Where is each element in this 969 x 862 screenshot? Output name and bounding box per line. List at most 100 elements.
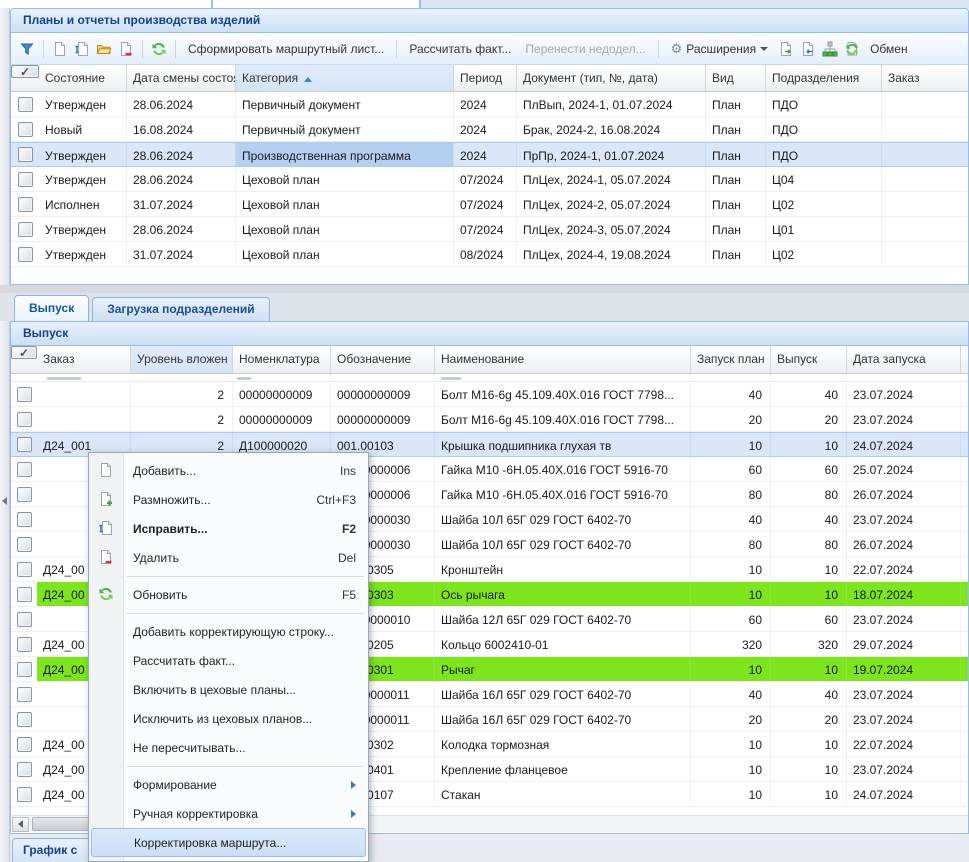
extensions-menu-button[interactable]: ⚙Расширения — [664, 38, 775, 60]
cell-kind: План — [706, 167, 766, 191]
row-checkbox[interactable] — [18, 122, 33, 137]
row-checkbox[interactable] — [17, 687, 32, 702]
exchange-button[interactable]: Обмен — [863, 39, 915, 59]
column-header-document[interactable]: Документ (тип, №, дата) — [517, 65, 706, 91]
row-checkbox-cell — [11, 507, 37, 531]
column-header-level[interactable]: Уровень вложен — [131, 346, 233, 373]
row-checkbox[interactable] — [17, 412, 32, 427]
cell-start-date: 23.07.2024 — [847, 757, 961, 781]
column-header-state[interactable]: Состояние — [39, 65, 127, 91]
menu-item-0[interactable]: Добавить...Ins — [89, 456, 368, 485]
table-row[interactable]: Утвержден28.06.2024Производственная прог… — [11, 142, 968, 167]
menu-item-10[interactable]: Исключить из цеховых планов... — [89, 704, 368, 733]
menu-item-9[interactable]: Включить в цеховые планы... — [89, 675, 368, 704]
row-checkbox[interactable] — [18, 222, 33, 237]
row-checkbox[interactable] — [18, 97, 33, 112]
column-header-category[interactable]: Категория — [236, 65, 454, 91]
calc-fact-button[interactable]: Рассчитать факт... — [402, 39, 518, 59]
doc-export-icon[interactable] — [777, 40, 795, 58]
column-header-order[interactable]: Заказ — [37, 346, 131, 373]
cell-start-date: 26.07.2024 — [847, 532, 961, 556]
row-checkbox[interactable] — [17, 612, 32, 627]
column-header-period[interactable]: Период — [454, 65, 517, 91]
row-checkbox[interactable] — [18, 247, 33, 262]
row-checkbox[interactable] — [17, 587, 32, 602]
table-row[interactable]: Исполнен31.07.2024Цеховой план07/2024ПлЦ… — [11, 192, 968, 217]
menu-item-label: Удалить — [133, 551, 179, 565]
menu-item-8[interactable]: Рассчитать факт... — [89, 646, 368, 675]
column-header-name[interactable]: Наименование — [435, 346, 691, 373]
refresh-icon[interactable] — [150, 40, 168, 58]
column-header-designation[interactable]: Обозначение — [331, 346, 435, 373]
collapsed-side-strip[interactable] — [0, 8, 10, 862]
tab-zagruzka-podrazdeleniy[interactable]: Загрузка подразделений — [92, 297, 269, 321]
menu-item-5[interactable]: ОбновитьF5 — [89, 580, 368, 609]
menu-item-2[interactable]: Исправить...F2 — [89, 514, 368, 543]
row-checkbox[interactable] — [17, 437, 32, 452]
row-checkbox[interactable] — [18, 197, 33, 212]
table-row[interactable]: Утвержден28.06.2024Цеховой план07/2024Пл… — [11, 167, 968, 192]
menu-item-14[interactable]: Ручная корректировка — [89, 799, 368, 828]
table-row[interactable]: Утвержден28.06.2024Первичный документ202… — [11, 92, 968, 117]
row-checkbox[interactable] — [17, 787, 32, 802]
menu-item-11[interactable]: Не пересчитывать... — [89, 733, 368, 762]
doc-import-icon[interactable] — [799, 40, 817, 58]
row-checkbox[interactable] — [17, 737, 32, 752]
column-header-nomenclature[interactable]: Номенклатура — [233, 346, 331, 373]
filter-icon[interactable] — [18, 40, 36, 58]
select-all-column-header[interactable]: ✓ — [11, 65, 39, 78]
menu-item-label: Исправить... — [133, 522, 208, 536]
row-checkbox[interactable] — [18, 147, 33, 162]
doc-edit-icon[interactable] — [73, 40, 91, 58]
table-row[interactable]: Утвержден31.07.2024Цеховой план08/2024Пл… — [11, 242, 968, 267]
cell-output: 10 — [771, 557, 847, 581]
cell-start-date: 18.07.2024 — [847, 582, 961, 606]
row-checkbox[interactable] — [17, 762, 32, 777]
form-route-list-button[interactable]: Сформировать маршрутный лист... — [181, 39, 391, 59]
row-checkbox[interactable] — [17, 662, 32, 677]
table-row[interactable]: 20000000000900000000009Болт М16-6g 45.10… — [11, 407, 968, 432]
sync-icon[interactable] — [843, 40, 861, 58]
row-checkbox[interactable] — [18, 172, 33, 187]
row-filler — [961, 682, 968, 706]
doc-new-icon[interactable] — [51, 40, 69, 58]
row-checkbox[interactable] — [17, 487, 32, 502]
column-header-output[interactable]: Выпуск — [771, 346, 847, 373]
cell-start-date: 24.07.2024 — [847, 782, 961, 806]
table-row[interactable]: 20000000000900000000009Болт М16-6g 45.10… — [11, 382, 968, 407]
menu-item-13[interactable]: Формирование — [89, 770, 368, 799]
row-checkbox[interactable] — [17, 562, 32, 577]
row-checkbox[interactable] — [17, 537, 32, 552]
collapse-left-icon[interactable] — [2, 497, 7, 505]
table-row[interactable]: Утвержден28.06.2024Цеховой план07/2024Пл… — [11, 217, 968, 242]
column-header-kind[interactable]: Вид — [706, 65, 766, 91]
menu-item-3[interactable]: УдалитьDel — [89, 543, 368, 572]
hierarchy-icon[interactable] — [821, 40, 839, 58]
column-header-order[interactable]: Заказ — [882, 65, 969, 91]
menu-item-shortcut: Ctrl+F3 — [316, 493, 356, 507]
horizontal-splitter[interactable] — [0, 285, 969, 293]
row-checkbox[interactable] — [17, 462, 32, 477]
column-header-plan-start[interactable]: Запуск план — [691, 346, 771, 373]
menu-item-15[interactable]: Корректировка маршрута... — [91, 828, 366, 857]
doc-delete-icon[interactable] — [117, 40, 135, 58]
menu-item-1[interactable]: Размножить...Ctrl+F3 — [89, 485, 368, 514]
column-header-start-date[interactable]: Дата запуска — [847, 346, 961, 373]
menu-separator — [89, 762, 368, 770]
row-checkbox[interactable] — [17, 387, 32, 402]
table-row[interactable]: Новый16.08.2024Первичный документ2024Бра… — [11, 117, 968, 142]
cell-plan-start: 20 — [691, 407, 771, 431]
cell-category: Первичный документ — [236, 92, 454, 116]
scroll-left-button[interactable] — [12, 817, 29, 832]
row-checkbox[interactable] — [17, 637, 32, 652]
row-checkbox[interactable] — [17, 512, 32, 527]
folder-open-icon[interactable] — [95, 40, 113, 58]
gear-icon: ⚙ — [671, 41, 683, 56]
column-header-date-changed[interactable]: Дата смены состояния — [127, 65, 236, 91]
tab-vypusk[interactable]: Выпуск — [14, 295, 89, 321]
cell-output: 10 — [771, 657, 847, 681]
menu-item-7[interactable]: Добавить корректирующую строку... — [89, 617, 368, 646]
select-all-column-header[interactable]: ✓ — [11, 346, 37, 359]
row-checkbox[interactable] — [17, 712, 32, 727]
column-header-department[interactable]: Подразделения — [766, 65, 882, 91]
